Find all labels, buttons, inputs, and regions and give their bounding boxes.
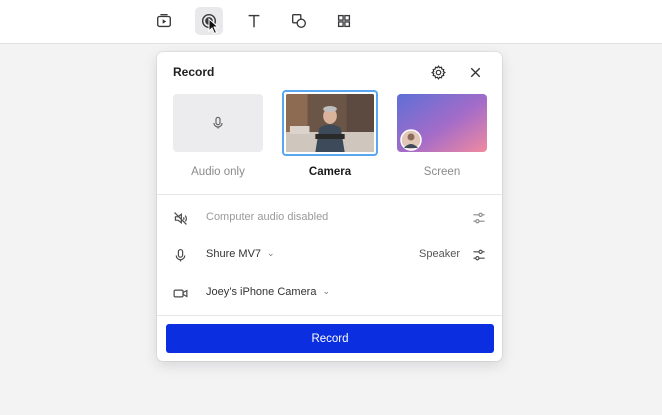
microphone-settings-button[interactable] — [470, 246, 488, 264]
screen-label: Screen — [423, 166, 461, 178]
screen-option[interactable] — [397, 94, 487, 152]
computer-audio-row[interactable]: Computer audio disabled — [157, 203, 502, 233]
text-icon — [248, 14, 260, 28]
shapes-tool-button[interactable] — [285, 7, 313, 35]
panel-title: Record — [173, 65, 215, 79]
divider — [157, 315, 502, 316]
camera-label: Camera — [308, 166, 352, 178]
mouse-cursor-icon — [208, 18, 220, 35]
microphone-icon — [171, 246, 189, 264]
microphone-row[interactable]: Shure MV7 ⌄ Speaker — [157, 240, 502, 270]
shapes-icon — [292, 14, 306, 28]
record-panel: Record Audio only Camera Screen Computer… — [157, 52, 502, 361]
record-button[interactable]: Record — [166, 324, 494, 353]
chevron-down-icon: ⌄ — [267, 247, 275, 258]
camera-name: Joey’s iPhone Camera — [206, 286, 317, 298]
speaker-muted-icon — [171, 209, 189, 227]
close-button[interactable] — [465, 62, 485, 82]
text-tool-button[interactable] — [240, 7, 268, 35]
audio-only-option[interactable] — [173, 94, 263, 152]
camera-row[interactable]: Joey’s iPhone Camera ⌄ — [157, 278, 502, 308]
divider — [157, 194, 502, 195]
camera-preview-image — [286, 94, 374, 152]
camera-select[interactable]: Joey’s iPhone Camera ⌄ — [206, 285, 331, 299]
sliders-icon — [473, 249, 485, 261]
grid-tool-button[interactable] — [330, 7, 358, 35]
settings-button[interactable] — [428, 62, 448, 82]
gear-icon — [430, 64, 446, 80]
microphone-icon — [213, 116, 223, 129]
video-icon — [157, 14, 171, 28]
speaker-label: Speaker — [419, 248, 460, 260]
audio-only-label: Audio only — [191, 166, 245, 178]
computer-audio-settings-button[interactable] — [470, 209, 488, 227]
grid-icon — [337, 14, 351, 28]
video-tool-button[interactable] — [150, 7, 178, 35]
microphone-select[interactable]: Shure MV7 ⌄ — [206, 247, 275, 261]
chevron-down-icon: ⌄ — [322, 285, 331, 296]
video-camera-icon — [171, 284, 189, 302]
microphone-name: Shure MV7 — [206, 248, 262, 260]
camera-option[interactable] — [282, 90, 378, 156]
computer-audio-label: Computer audio disabled — [206, 211, 329, 223]
screen-preview-image — [397, 94, 487, 152]
sliders-icon — [473, 212, 485, 224]
close-icon — [470, 67, 480, 77]
top-toolbar — [0, 0, 662, 44]
